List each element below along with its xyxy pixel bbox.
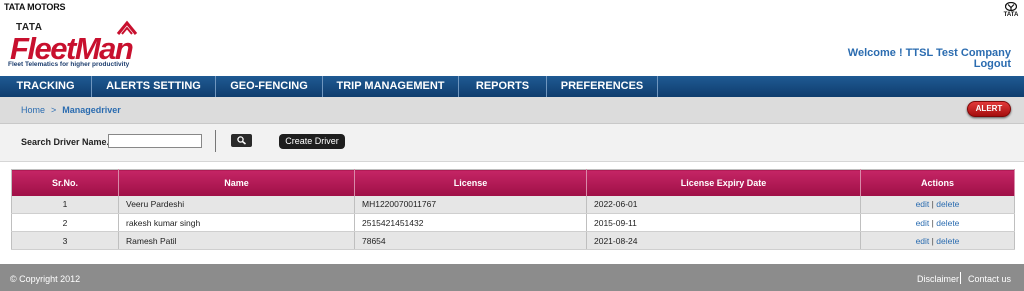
nav-geo-fencing[interactable]: GEO-FENCING xyxy=(216,76,323,97)
copyright-text: © Copyright 2012 xyxy=(10,274,81,284)
table-header-row: Sr.No. Name License License Expiry Date … xyxy=(11,169,1015,196)
cell-actions: edit | delete xyxy=(860,231,1015,250)
search-button[interactable] xyxy=(231,134,252,147)
header: TATA MOTORS TATA TATA FleetMan Fleet Tel… xyxy=(0,0,1024,76)
col-header-srno: Sr.No. xyxy=(11,169,119,196)
breadcrumb-home[interactable]: Home xyxy=(21,105,45,115)
tata-word: TATA xyxy=(1003,12,1019,18)
cell-name: Veeru Pardeshi xyxy=(118,195,355,214)
footer: © Copyright 2012 Disclaimer Contact us xyxy=(0,264,1024,291)
fleetman-logo[interactable]: TATA FleetMan Fleet Telematics for highe… xyxy=(8,20,148,70)
create-driver-button[interactable]: Create Driver xyxy=(279,134,345,149)
cell-actions: edit | delete xyxy=(860,195,1015,214)
cell-license: MH1220070011767 xyxy=(354,195,587,214)
cell-srno: 2 xyxy=(11,213,119,232)
nav-preferences[interactable]: PREFERENCES xyxy=(547,76,658,97)
table-row: 1 Veeru Pardeshi MH1220070011767 2022-06… xyxy=(11,195,1015,214)
delete-link[interactable]: delete xyxy=(936,218,959,228)
table-row: 3 Ramesh Patil 78654 2021-08-24 edit | d… xyxy=(11,231,1015,250)
contact-us-link[interactable]: Contact us xyxy=(968,274,1011,284)
cell-expiry: 2022-06-01 xyxy=(586,195,861,214)
tata-emblem-icon xyxy=(1005,2,1017,11)
search-bar: Search Driver Name.: Create Driver xyxy=(0,124,1024,162)
cell-actions: edit | delete xyxy=(860,213,1015,232)
cell-license: 78654 xyxy=(354,231,587,250)
cell-expiry: 2021-08-24 xyxy=(586,231,861,250)
search-icon xyxy=(237,136,247,145)
col-header-expiry: License Expiry Date xyxy=(586,169,861,196)
alert-button[interactable]: ALERT xyxy=(967,101,1011,117)
col-header-name: Name xyxy=(118,169,355,196)
search-divider xyxy=(215,130,216,152)
driver-table: Sr.No. Name License License Expiry Date … xyxy=(11,169,1015,250)
action-separator: | xyxy=(931,235,934,246)
nav-tracking[interactable]: TRACKING xyxy=(0,76,92,97)
action-separator: | xyxy=(931,217,934,228)
edit-link[interactable]: edit xyxy=(916,236,930,246)
logout-link[interactable]: Logout xyxy=(974,58,1011,70)
cell-expiry: 2015-09-11 xyxy=(586,213,861,232)
breadcrumb: Home > Managedriver xyxy=(21,105,121,115)
nav-alerts-setting[interactable]: ALERTS SETTING xyxy=(92,76,216,97)
delete-link[interactable]: delete xyxy=(936,199,959,209)
col-header-actions: Actions xyxy=(860,169,1015,196)
cell-srno: 3 xyxy=(11,231,119,250)
footer-divider xyxy=(960,272,961,284)
delete-link[interactable]: delete xyxy=(936,236,959,246)
main-nav: TRACKING ALERTS SETTING GEO-FENCING TRIP… xyxy=(0,76,1024,97)
tata-motors-logo: TATA MOTORS xyxy=(4,2,66,12)
search-driver-label: Search Driver Name.: xyxy=(21,137,113,147)
nav-reports[interactable]: REPORTS xyxy=(459,76,547,97)
edit-link[interactable]: edit xyxy=(916,199,930,209)
action-separator: | xyxy=(931,199,934,210)
search-driver-input[interactable] xyxy=(108,134,202,148)
cell-license: 2515421451432 xyxy=(354,213,587,232)
breadcrumb-current: Managedriver xyxy=(62,105,121,115)
edit-link[interactable]: edit xyxy=(916,218,930,228)
cell-srno: 1 xyxy=(11,195,119,214)
cell-name: Ramesh Patil xyxy=(118,231,355,250)
table-row: 2 rakesh kumar singh 2515421451432 2015-… xyxy=(11,213,1015,232)
cell-name: rakesh kumar singh xyxy=(118,213,355,232)
col-header-license: License xyxy=(354,169,587,196)
disclaimer-link[interactable]: Disclaimer xyxy=(917,274,959,284)
logo-tagline: Fleet Telematics for higher productivity xyxy=(8,61,130,68)
nav-trip-management[interactable]: TRIP MANAGEMENT xyxy=(323,76,459,97)
breadcrumb-bar: Home > Managedriver ALERT xyxy=(0,97,1024,124)
tata-logo-right: TATA xyxy=(1002,2,1020,18)
logo-roof-icon xyxy=(116,20,138,35)
breadcrumb-separator: > xyxy=(51,105,57,115)
